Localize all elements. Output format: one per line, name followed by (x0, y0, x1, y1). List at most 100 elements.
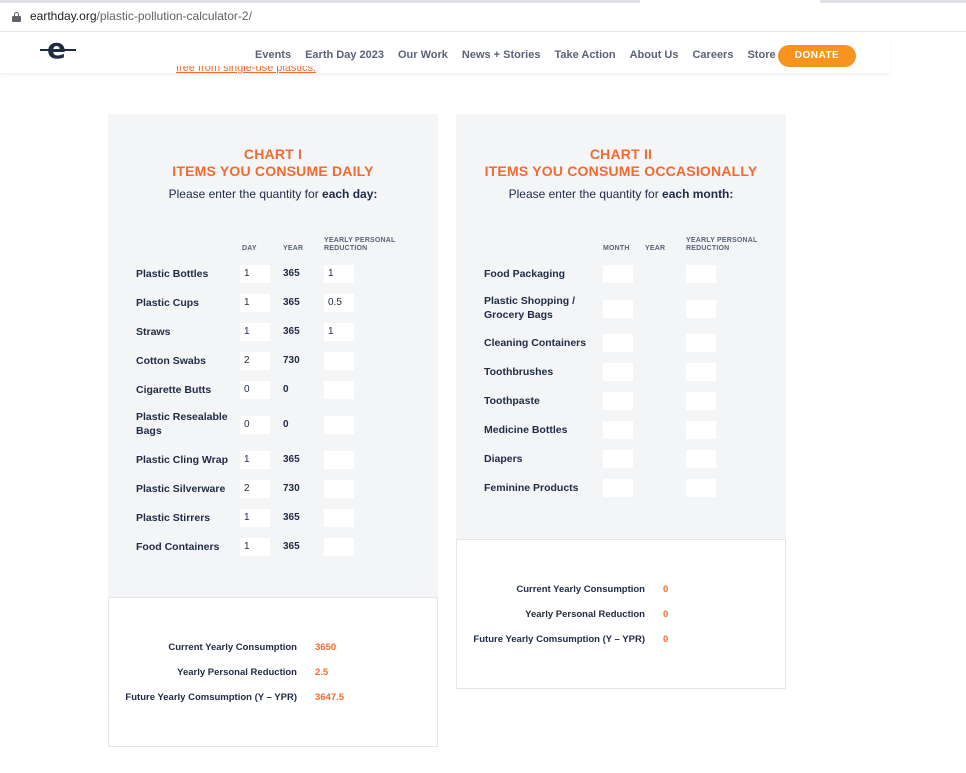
day-input[interactable]: 1 (240, 538, 270, 556)
nav-link-store[interactable]: Store (747, 49, 775, 61)
row-label: Plastic Stirrers (136, 512, 211, 524)
nav-link-earth-day-2023[interactable]: Earth Day 2023 (305, 49, 384, 61)
nav-link-take-action[interactable]: Take Action (554, 49, 615, 61)
nav-link-our-work[interactable]: Our Work (398, 49, 448, 61)
chart-2-instructions-emphasis: each month: (662, 187, 734, 201)
reduction-input[interactable] (324, 451, 354, 469)
reduction-input[interactable]: 0.5 (324, 294, 354, 312)
logo-letter: e (47, 32, 66, 65)
month-input[interactable] (603, 300, 633, 318)
chart-2-panel: CHART II ITEMS YOU CONSUME OCCASIONALLY … (456, 114, 786, 540)
future-consumption-label: Future Yearly Comsumption (Y – YPR) (125, 692, 297, 703)
future-consumption-label: Future Yearly Comsumption (Y – YPR) (473, 634, 645, 645)
row-label: Medicine Bottles (484, 424, 568, 436)
reduction-input[interactable] (324, 416, 354, 434)
day-input[interactable]: 1 (240, 451, 270, 469)
day-input[interactable]: 1 (240, 265, 270, 283)
active-tab[interactable] (640, 0, 820, 3)
year-value: 0 (283, 419, 289, 430)
reduction-input[interactable] (686, 300, 716, 318)
lock-icon[interactable] (12, 12, 21, 22)
reduction-input[interactable] (324, 352, 354, 370)
year-value: 365 (283, 326, 300, 337)
single-use-plastics-link[interactable]: free from single-use plastics. (176, 66, 316, 74)
chart-1-title: CHART I (243, 146, 303, 162)
chart-2-title: CHART II (589, 146, 653, 162)
row-label: Toothbrushes (484, 366, 554, 378)
chart-1-heading: ITEMS YOU CONSUME DAILY (172, 163, 374, 179)
day-input[interactable]: 2 (240, 480, 270, 498)
day-input[interactable]: 1 (240, 294, 270, 312)
day-input[interactable]: 0 (240, 381, 270, 399)
current-consumption-label: Current Yearly Consumption (168, 642, 297, 653)
personal-reduction-value: 2.5 (315, 667, 329, 678)
current-consumption-value: 0 (663, 584, 669, 595)
month-input[interactable] (603, 265, 633, 283)
row-label: Plastic Cups (136, 297, 200, 309)
reduction-input[interactable]: 1 (324, 265, 354, 283)
reduction-input[interactable] (686, 479, 716, 497)
chart-1-instructions: Please enter the quantity for each day: (108, 187, 438, 201)
chart-1-totals: Current Yearly Consumption 3650 Yearly P… (108, 597, 438, 747)
reduction-input[interactable] (686, 363, 716, 381)
year-value: 365 (283, 268, 300, 279)
reduction-input[interactable]: 1 (324, 323, 354, 341)
reduction-input[interactable] (324, 509, 354, 527)
nav-link-about-us[interactable]: About Us (630, 49, 679, 61)
day-input[interactable]: 0 (240, 416, 270, 434)
col-head-day: DAY (242, 245, 257, 252)
year-value: 730 (283, 355, 300, 366)
chart-2-instructions-text: Please enter the quantity for (508, 187, 663, 201)
month-input[interactable] (603, 450, 633, 468)
future-consumption-value: 0 (663, 634, 669, 645)
year-value: 365 (283, 541, 300, 552)
reduction-input[interactable] (686, 421, 716, 439)
nav-link-careers[interactable]: Careers (692, 49, 733, 61)
current-consumption-label: Current Yearly Consumption (516, 584, 645, 595)
personal-reduction-label: Yearly Personal Reduction (525, 609, 645, 620)
reduction-input[interactable] (324, 480, 354, 498)
row-label: Toothpaste (484, 395, 540, 407)
row-label: Plastic Shopping / Grocery Bags (484, 295, 576, 321)
reduction-input[interactable] (324, 381, 354, 399)
chart-1-instructions-text: Please enter the quantity for (168, 187, 323, 201)
donate-button[interactable]: DONATE (778, 45, 856, 67)
url-text[interactable]: earthday.org/plastic-pollution-calculato… (30, 9, 252, 23)
nav-link-events[interactable]: Events (255, 49, 291, 61)
reduction-input[interactable] (686, 265, 716, 283)
chart-2-instructions: Please enter the quantity for each month… (456, 187, 786, 201)
chart-2-heading: ITEMS YOU CONSUME OCCASIONALLY (484, 163, 758, 179)
col-head-year: YEAR (283, 245, 304, 252)
col-head-month: MONTH (603, 245, 630, 252)
col-head-year: YEAR (645, 245, 666, 252)
month-input[interactable] (603, 363, 633, 381)
row-label: Diapers (484, 453, 523, 465)
row-label: Plastic Cling Wrap (136, 454, 228, 466)
site-header: e Events Earth Day 2023 Our Work News + … (0, 33, 890, 73)
month-input[interactable] (603, 392, 633, 410)
row-label: Cleaning Containers (484, 337, 587, 349)
row-label: Food Containers (136, 541, 220, 553)
chart-1-instructions-emphasis: each day: (322, 187, 378, 201)
month-input[interactable] (603, 421, 633, 439)
row-label: Plastic Resealable Bags (136, 411, 228, 437)
row-label: Feminine Products (484, 482, 579, 494)
main-nav: Events Earth Day 2023 Our Work News + St… (255, 49, 776, 61)
current-consumption-value: 3650 (315, 642, 337, 653)
reduction-input[interactable] (686, 392, 716, 410)
reduction-input[interactable] (686, 450, 716, 468)
url-path: /plastic-pollution-calculator-2/ (96, 9, 252, 23)
earthday-logo[interactable]: e (40, 32, 76, 65)
day-input[interactable]: 1 (240, 509, 270, 527)
reduction-input[interactable] (686, 334, 716, 352)
year-value: 730 (283, 483, 300, 494)
month-input[interactable] (603, 479, 633, 497)
browser-address-bar[interactable]: earthday.org/plastic-pollution-calculato… (0, 0, 966, 32)
nav-link-news-stories[interactable]: News + Stories (462, 49, 541, 61)
row-label: Cigarette Butts (136, 384, 212, 396)
reduction-input[interactable] (324, 538, 354, 556)
month-input[interactable] (603, 334, 633, 352)
day-input[interactable]: 1 (240, 323, 270, 341)
tab-strip (0, 0, 966, 3)
day-input[interactable]: 2 (240, 352, 270, 370)
